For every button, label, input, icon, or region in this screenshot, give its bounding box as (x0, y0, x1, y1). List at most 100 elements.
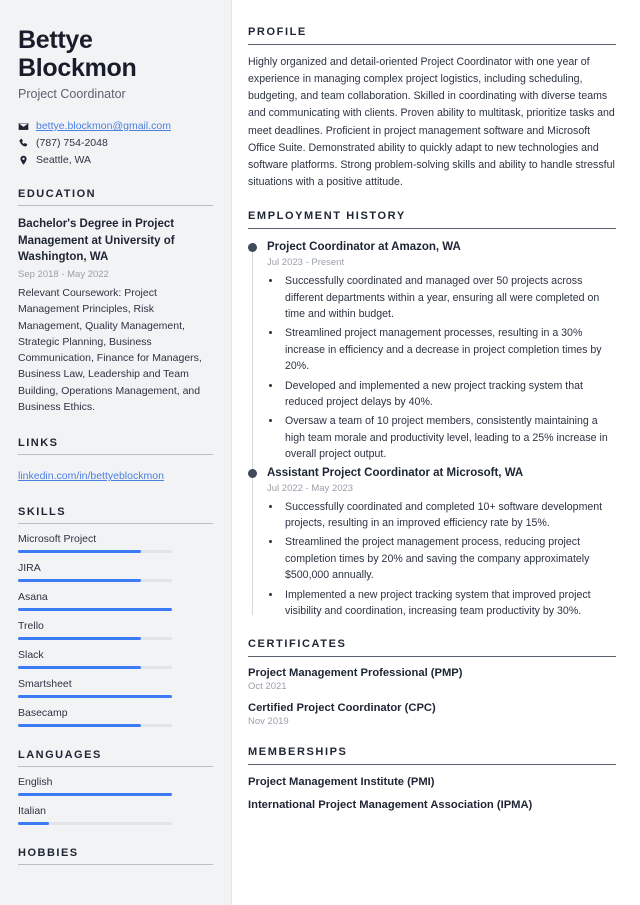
links-section: LINKS linkedin.com/in/bettyeblockmon (18, 437, 213, 484)
memberships-heading: MEMBERSHIPS (248, 746, 348, 759)
education-divider (18, 205, 213, 206)
certificates-list: Project Management Professional (PMP) Oct… (248, 667, 616, 727)
skill-item: Trello (18, 620, 213, 641)
education-section: EDUCATION Bachelor's Degree in Project M… (18, 188, 213, 415)
skill-item: Smartsheet (18, 678, 213, 699)
last-name: Blockmon (18, 54, 137, 82)
skill-level-track (18, 724, 172, 728)
education-date: Sep 2018 - May 2022 (18, 269, 109, 281)
skill-item: Slack (18, 649, 213, 670)
timeline-dot-icon (248, 468, 257, 478)
contact-location: Seattle, WA (18, 154, 213, 166)
education-degree: Bachelor's Degree in Project Management … (18, 218, 175, 264)
language-level-track (18, 822, 172, 826)
contact-phone: (787) 754-2048 (18, 137, 213, 149)
profile-divider (248, 44, 616, 45)
profile-heading: PROFILE (248, 26, 307, 38)
certificate-date: Nov 2019 (248, 716, 289, 728)
envelope-icon (18, 122, 29, 130)
membership-item: International Project Management Associa… (248, 799, 533, 812)
job-date: Jul 2023 - Present (267, 257, 345, 269)
employment-divider (248, 228, 616, 230)
profile-text: Highly organized and detail-oriented Pro… (248, 56, 615, 189)
certificate-name: Certified Project Coordinator (CPC) (248, 702, 436, 715)
skill-label: Smartsheet (18, 678, 72, 691)
languages-divider (18, 766, 213, 768)
language-label: Italian (18, 805, 47, 818)
skills-divider (18, 523, 213, 525)
skill-level-track (18, 550, 172, 554)
phone-value: (787) 754-2048 (36, 137, 108, 149)
language-level-fill (18, 793, 172, 797)
certificates-section: CERTIFICATES Project Management Professi… (248, 638, 616, 727)
memberships-divider (248, 764, 616, 766)
main-content: PROFILE Highly organized and detail-orie… (232, 0, 640, 905)
certificate-item: Certified Project Coordinator (CPC) Nov 2… (248, 702, 616, 727)
skill-label: Microsoft Project (18, 533, 97, 546)
jobs-list: Project Coordinator at Amazon, WA Jul 202… (248, 240, 616, 619)
location-value: Seattle, WA (36, 154, 92, 166)
skill-label: Basecamp (18, 707, 68, 720)
skills-list: Microsoft Project JIRA Asana Trello Slack Sma… (18, 533, 213, 728)
first-name: Bettye (18, 26, 93, 54)
job-bullet: Successfully coordinated and managed ove… (282, 273, 616, 322)
languages-list: English Italian (18, 776, 213, 826)
language-label: English (18, 776, 53, 789)
language-item: Italian (18, 805, 213, 826)
skill-level-track (18, 579, 172, 583)
job-date: Jul 2022 - May 2023 (267, 482, 354, 494)
skill-label: Asana (18, 591, 48, 604)
skill-item: Basecamp (18, 707, 213, 728)
certificate-item: Project Management Professional (PMP) Oct… (248, 667, 616, 692)
certificate-name: Project Management Professional (PMP) (248, 667, 463, 680)
skill-label: Trello (18, 620, 44, 633)
candidate-name-block: Bettye Blockmon Project Coordinator (18, 26, 213, 101)
skill-level-track (18, 666, 172, 670)
skill-item: Asana (18, 591, 213, 612)
location-pin-icon (20, 155, 27, 165)
job-bullets: Successfully coordinated and managed ove… (282, 273, 616, 462)
languages-section: LANGUAGES English Italian (18, 749, 213, 826)
sidebar: Bettye Blockmon Project Coordinator bett… (0, 0, 232, 905)
employment-section: EMPLOYMENT HISTORY Project Coordinator a… (248, 210, 616, 619)
email-link[interactable]: bettye.blockmon@gmail.com (36, 120, 171, 132)
job-bullet: Streamlined the project management proce… (282, 534, 616, 583)
link-item: linkedin.com/in/bettyeblockmon (18, 466, 213, 484)
membership-item: Project Management Institute (PMI) (248, 776, 435, 789)
employment-timeline: Project Coordinator at Amazon, WA Jul 202… (248, 240, 616, 619)
linkedin-link[interactable]: linkedin.com/in/bettyeblockmon (18, 470, 164, 482)
skill-level-fill (18, 550, 142, 554)
certificates-divider (248, 656, 616, 658)
memberships-section: MEMBERSHIPS Project Management Institute… (248, 746, 616, 811)
skill-level-fill (18, 579, 142, 583)
job-bullet: Successfully coordinated and completed 1… (282, 499, 616, 532)
skill-level-track (18, 608, 172, 612)
language-level-track (18, 793, 172, 797)
language-level-fill (18, 822, 49, 826)
contact-email: bettye.blockmon@gmail.com (18, 120, 213, 132)
skills-heading: SKILLS (18, 506, 67, 519)
skill-level-track (18, 637, 172, 641)
links-divider (18, 454, 213, 456)
resume-page: Bettye Blockmon Project Coordinator bett… (0, 0, 640, 905)
education-heading: EDUCATION (18, 188, 97, 200)
skill-item: JIRA (18, 562, 213, 583)
hobbies-section: HOBBIES (18, 847, 213, 866)
memberships-list: Project Management Institute (PMI) Intern… (248, 776, 616, 811)
skill-level-fill (18, 608, 172, 612)
job-role: Project Coordinator at Amazon, WA (267, 241, 461, 254)
job-role: Assistant Project Coordinator at Microso… (267, 466, 524, 479)
job-bullet: Streamlined project management processes… (282, 325, 616, 374)
job-bullet: Implemented a new project tracking syste… (282, 587, 616, 620)
certificates-heading: CERTIFICATES (248, 638, 347, 651)
job-entry: Project Coordinator at Amazon, WA Jul 202… (248, 240, 616, 462)
job-bullet: Developed and implemented a new project … (282, 378, 616, 411)
skill-level-fill (18, 724, 142, 728)
languages-heading: LANGUAGES (18, 749, 102, 762)
skill-label: Slack (18, 649, 44, 662)
skill-level-fill (18, 666, 142, 670)
skills-section: SKILLS Microsoft Project JIRA Asana Trello S… (18, 506, 213, 728)
education-description: Relevant Coursework: Project Management … (18, 287, 202, 413)
job-entry: Assistant Project Coordinator at Microso… (248, 466, 616, 620)
contact-list: bettye.blockmon@gmail.com (787) 754-2048… (18, 120, 213, 166)
